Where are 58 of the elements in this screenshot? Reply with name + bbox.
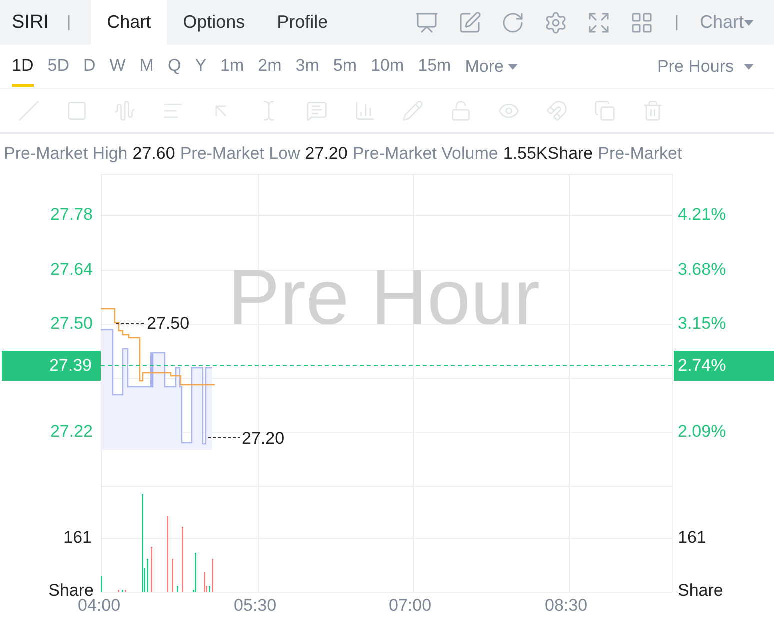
period-tab[interactable]: 5D [48,46,70,87]
period-tab[interactable]: Q [168,46,182,87]
period-tab[interactable]: 5m [333,46,358,87]
stat-value: 27.20 [305,144,348,165]
stat-label: Pre-Market [598,144,682,165]
caret-icon [744,20,754,26]
current-change-badge: 2.74% [674,351,774,381]
price-axis-label: 27.78 [50,205,93,225]
period-tab[interactable]: 2m [258,46,282,87]
volume-axis-label: 161 [678,528,706,548]
period-tab[interactable]: D [83,46,96,87]
tab[interactable]: Options [167,0,262,45]
settings-icon[interactable] [544,10,568,34]
percent-axis-label: 2.09% [678,422,726,442]
edit-icon[interactable] [458,10,482,34]
percent-axis-label: 3.68% [678,260,726,280]
period-tab[interactable]: 1m [220,46,244,87]
period-tab[interactable]: W [110,46,126,87]
caret-icon [508,64,518,70]
chart-type-dropdown[interactable]: Chart [700,12,774,33]
separator-text: | [674,14,679,32]
caret-icon [744,64,754,70]
more-dropdown[interactable]: More [465,56,518,76]
period-tab[interactable]: 3m [296,46,320,87]
time-axis-label: 08:30 [545,596,588,616]
low-leader-line [208,437,240,439]
low-marker-label: 27.20 [242,429,285,449]
stat-value: 27.60 [132,144,176,165]
presentation-chart-icon[interactable] [414,10,439,34]
tab[interactable]: Profile [261,0,344,45]
period-tab[interactable]: 1D [12,46,34,87]
current-price-badge: 27.39 [2,351,101,381]
volume-axis-label: 161 [64,528,92,548]
price-axis-label: 27.22 [50,422,93,442]
expand-icon[interactable] [586,10,611,34]
time-axis-label: 05:30 [234,596,277,616]
period-tab[interactable]: Y [195,46,207,87]
grid-icon[interactable] [630,10,654,34]
session-dropdown[interactable]: Pre Hours [657,56,754,76]
tab[interactable]: Chart [91,0,168,45]
period-tab[interactable]: 15m [418,46,452,87]
high-marker-label: 27.50 [147,314,190,334]
price-axis-label: 27.50 [50,314,93,334]
refresh-icon[interactable] [500,10,525,34]
volume-unit-label: Share [678,581,724,601]
period-tab[interactable]: M [140,46,154,87]
stat-value: 1.55KShare [503,144,594,165]
stat-label: Pre-Market Low [180,144,300,165]
time-axis-label: 07:00 [389,596,432,616]
period-tab[interactable]: 10m [371,46,404,87]
percent-axis-label: 3.15% [678,314,726,334]
percent-axis-label: 4.21% [678,205,726,225]
separator-text: | [66,14,72,32]
stat-label: Pre-Market High [4,144,128,165]
price-axis-label: 27.64 [50,260,93,280]
stock-symbol: SIRI [12,12,49,34]
stat-label: Pre-Market Volume [352,144,498,165]
high-leader-line [116,323,146,325]
